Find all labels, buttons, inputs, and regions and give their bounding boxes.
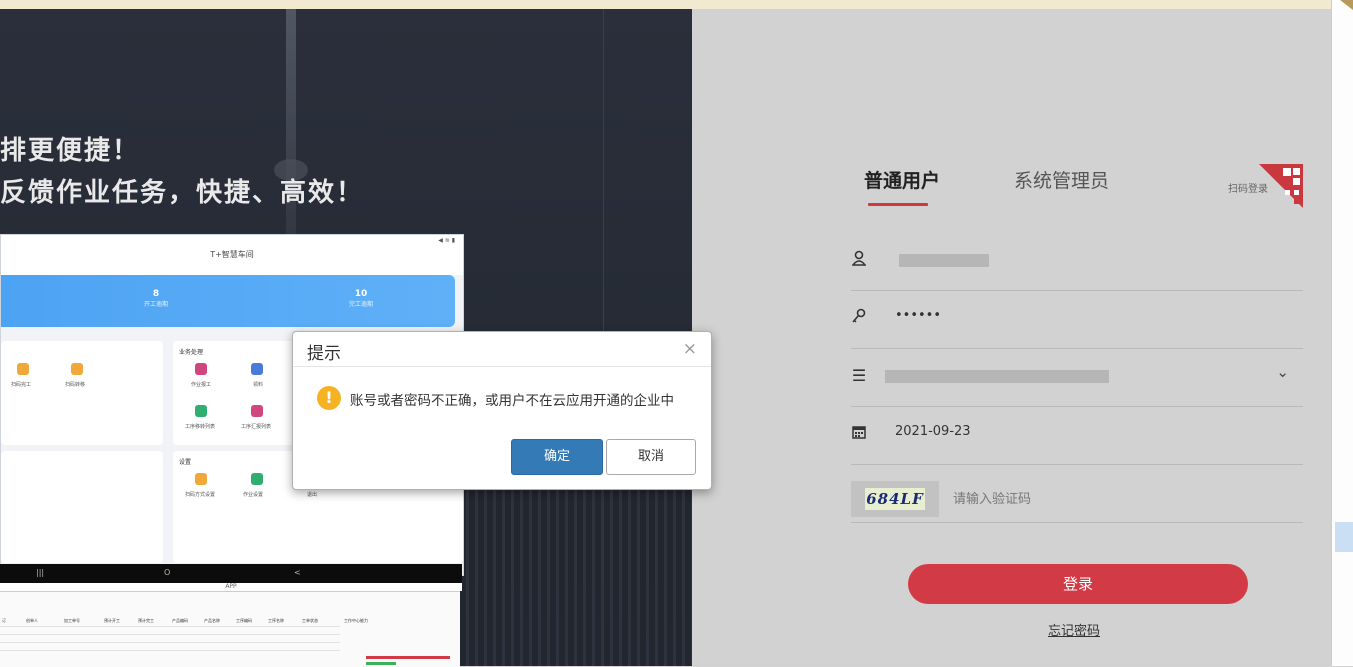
- job-setting-icon: [251, 473, 263, 485]
- forgot-password-link[interactable]: 忘记密码: [1048, 620, 1100, 639]
- calendar-icon: [851, 424, 867, 443]
- key-icon: [851, 308, 867, 328]
- scan-mode-setting-label: 扫码方式设置: [185, 492, 216, 498]
- desktop-header-3: 预计开工: [104, 618, 120, 623]
- desktop-screenshot: 订 创单人 加工单号 预计开工 预计完工 产品编码 产品名称 工序编码 工序名称…: [0, 591, 460, 667]
- scan-complete-label: 扫码完工: [11, 382, 32, 388]
- user-icon: [851, 250, 867, 270]
- username-value-redacted: [899, 254, 989, 267]
- material-label: 领料: [253, 382, 264, 388]
- process-report-label: 工序汇报列表: [241, 424, 272, 430]
- cancel-button[interactable]: 取消: [606, 439, 696, 475]
- exit-label: 退出: [307, 492, 318, 498]
- desktop-header-9: 工单状态: [302, 618, 318, 623]
- password-field[interactable]: ••••••: [851, 290, 1303, 349]
- settings-card-title: 设置: [179, 459, 192, 466]
- desktop-header-0: 订: [2, 618, 6, 623]
- promo-headline-2: 反馈作业任务，快捷、高效！: [0, 178, 365, 208]
- date-value: 2021-09-23: [895, 424, 971, 439]
- scrollbar-marker[interactable]: [1335, 522, 1353, 552]
- tablet-card-empty: [1, 451, 163, 563]
- dialog-header: 提示 ×: [293, 332, 711, 367]
- tablet-app-title: T+智慧车间: [1, 235, 463, 275]
- close-icon[interactable]: ×: [683, 339, 697, 359]
- back-icon: <: [294, 568, 301, 577]
- tablet-status-icons: ◀ ≋ ▮: [438, 237, 455, 244]
- desktop-header-8: 工序名称: [268, 618, 284, 623]
- process-transfer-icon: [195, 405, 207, 417]
- company-select[interactable]: ☰ ⌄: [851, 348, 1303, 407]
- home-icon: O: [164, 568, 171, 577]
- job-report-label: 作业报工: [191, 382, 212, 388]
- desktop-header-2: 加工单号: [64, 618, 80, 623]
- desktop-header-7: 工序编码: [236, 618, 252, 623]
- desktop-header-6: 产品名称: [204, 618, 220, 623]
- app-label-bar: APP: [0, 583, 462, 591]
- process-report-icon: [251, 405, 263, 417]
- job-report-icon: [195, 363, 207, 375]
- chevron-down-icon[interactable]: ⌄: [1276, 363, 1289, 381]
- desktop-row-line: [0, 634, 340, 635]
- desktop-side-title: 工作中心能力: [344, 618, 368, 623]
- material-icon: [251, 363, 263, 375]
- captcha-input[interactable]: [951, 487, 1255, 511]
- confirm-button[interactable]: 确定: [511, 439, 603, 475]
- captcha-image[interactable]: 684LF: [851, 481, 939, 517]
- recents-icon: |||: [36, 568, 45, 577]
- desktop-header-5: 产品编码: [172, 618, 188, 623]
- desktop-row-line: [0, 642, 340, 643]
- scan-transfer-icon: [71, 363, 83, 375]
- tablet-stats-banner: 8 开工逾期 10 完工逾期: [1, 275, 455, 327]
- process-transfer-label: 工序移转列表: [185, 424, 216, 430]
- tab-normal-user[interactable]: 普通用户: [864, 166, 940, 193]
- scan-transfer-label: 扫码转移: [65, 382, 86, 388]
- captcha-underline: [851, 522, 1303, 523]
- dialog-message: 账号或者密码不正确，或用户不在云应用开通的企业中: [350, 393, 674, 409]
- tower-graphic: [286, 9, 296, 269]
- tablet-card-scan: 扫码完工 扫码转移: [1, 341, 163, 445]
- browser-scroll-area[interactable]: [1331, 0, 1353, 666]
- desktop-header-1: 创单人: [26, 618, 38, 623]
- captcha-code: 684LF: [865, 488, 925, 510]
- promo-headline-1: 排更便捷！: [0, 136, 141, 166]
- desktop-row-line: [0, 626, 340, 627]
- desktop-progress-green: [366, 662, 396, 665]
- company-value-redacted: [885, 370, 1109, 383]
- date-field[interactable]: 2021-09-23: [851, 406, 1303, 465]
- stat-start-overdue-label: 开工逾期: [143, 301, 168, 308]
- stat-start-overdue: 8 开工逾期: [141, 289, 171, 308]
- stat-start-overdue-value: 8: [152, 289, 160, 299]
- tab-system-admin[interactable]: 系统管理员: [1014, 166, 1109, 193]
- desktop-row-line: [0, 650, 340, 651]
- stat-finish-overdue-label: 完工逾期: [348, 301, 373, 308]
- list-icon: ☰: [851, 366, 867, 385]
- dialog-title: 提示: [307, 344, 341, 364]
- job-setting-label: 作业设置: [243, 492, 264, 498]
- username-field[interactable]: [851, 232, 1303, 291]
- scan-mode-setting-icon: [195, 473, 207, 485]
- desktop-header-4: 预计完工: [138, 618, 154, 623]
- stat-finish-overdue: 10 完工逾期: [341, 289, 381, 308]
- qr-code-icon[interactable]: [1259, 164, 1303, 208]
- warning-icon: !: [317, 386, 341, 410]
- business-card-title: 业务处理: [179, 349, 204, 356]
- password-value: ••••••: [895, 308, 942, 323]
- active-tab-underline: [868, 203, 928, 206]
- scan-complete-icon: [17, 363, 29, 375]
- alert-dialog: 提示 × ! 账号或者密码不正确，或用户不在云应用开通的企业中 确定 取消: [292, 331, 712, 490]
- login-button[interactable]: 登录: [908, 564, 1248, 604]
- desktop-progress-red: [366, 656, 450, 659]
- stat-finish-overdue-value: 10: [354, 289, 368, 299]
